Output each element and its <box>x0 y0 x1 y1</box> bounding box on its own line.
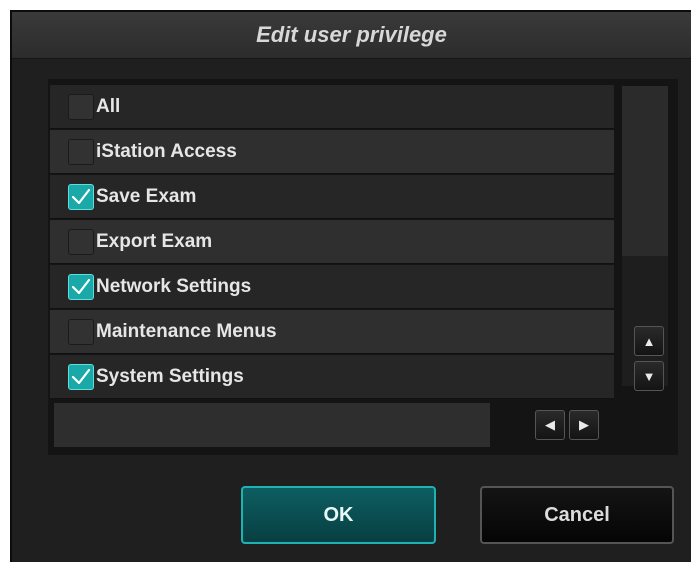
privilege-label: Network Settings <box>96 275 252 297</box>
checkmark-icon <box>71 188 91 204</box>
privilege-checkbox[interactable] <box>68 273 94 300</box>
privilege-row[interactable]: All <box>50 85 614 129</box>
triangle-down-icon: ▼ <box>642 368 656 384</box>
scroll-up-button[interactable]: ▲ <box>634 326 664 356</box>
privilege-row[interactable]: System Settings <box>50 355 614 399</box>
privilege-row[interactable]: Export Exam <box>50 220 614 264</box>
ok-button[interactable]: OK <box>241 486 436 544</box>
triangle-up-icon: ▲ <box>642 333 656 349</box>
privilege-checkbox[interactable] <box>68 228 94 255</box>
privilege-row[interactable]: Maintenance Menus <box>50 310 614 354</box>
edit-user-privilege-dialog: Edit user privilege All iStation Access Sa… <box>10 10 691 562</box>
triangle-left-icon: ◀ <box>545 417 555 432</box>
scroll-right-button[interactable]: ▶ <box>569 410 599 440</box>
privilege-row[interactable]: iStation Access <box>50 130 614 174</box>
dialog-title: Edit user privilege <box>12 12 691 59</box>
cancel-button[interactable]: Cancel <box>480 486 674 544</box>
vertical-scrollbar-thumb[interactable] <box>622 86 668 256</box>
privilege-row[interactable]: Network Settings <box>50 265 614 309</box>
privilege-checkbox[interactable] <box>68 138 94 165</box>
privilege-checkbox[interactable] <box>68 363 94 390</box>
privilege-label: Export Exam <box>96 230 213 252</box>
privilege-row[interactable]: Save Exam <box>50 175 614 219</box>
privilege-label: System Settings <box>96 365 244 387</box>
privilege-label: Save Exam <box>96 185 197 207</box>
checkmark-icon <box>71 278 91 294</box>
triangle-right-icon: ▶ <box>579 417 589 432</box>
privilege-checkbox[interactable] <box>68 183 94 210</box>
scroll-down-button[interactable]: ▼ <box>634 361 664 391</box>
checkmark-icon <box>71 368 91 384</box>
privilege-checkbox[interactable] <box>68 318 94 345</box>
privilege-label: All <box>96 95 121 117</box>
scroll-left-button[interactable]: ◀ <box>535 410 565 440</box>
privilege-label: iStation Access <box>96 140 237 162</box>
privilege-checkbox[interactable] <box>68 93 94 120</box>
privilege-list: All iStation Access Save Exam Export Exam Ne… <box>48 79 678 455</box>
privilege-label: Maintenance Menus <box>96 320 277 342</box>
horizontal-scrollbar-track[interactable] <box>54 403 490 447</box>
